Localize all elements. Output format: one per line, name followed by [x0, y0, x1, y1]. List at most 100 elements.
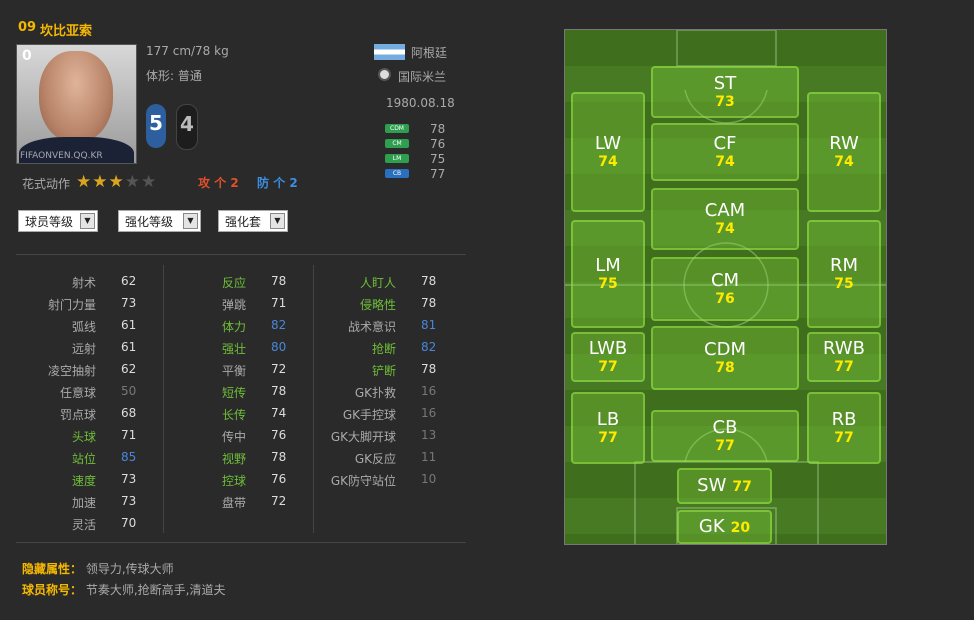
position-rating-row: CDM 78 — [385, 122, 455, 136]
stat-row: 弹跳 71 — [166, 296, 316, 314]
pitch-position-cf[interactable]: CF 74 — [651, 123, 799, 181]
stat-row: 加速 73 — [16, 494, 166, 512]
stat-row: 凌空抽射 62 — [16, 362, 166, 380]
divider-bottom — [16, 542, 466, 543]
pitch-position-rwb[interactable]: RWB 77 — [807, 332, 881, 382]
pitch-position-label: RW — [829, 133, 859, 154]
stat-row: 战术意识 81 — [316, 318, 466, 336]
pitch-position-rb[interactable]: RB 77 — [807, 392, 881, 464]
stat-row: 控球 76 — [166, 472, 316, 490]
birthdate: 1980.08.18 — [386, 96, 455, 110]
stat-name: 头球 — [71, 430, 96, 444]
stat-name: GK大脚开球 — [330, 430, 396, 444]
weak-foot-badge: 5 — [146, 104, 166, 148]
club-logo-icon — [378, 68, 391, 81]
stat-value: 50 — [121, 384, 137, 398]
pitch-position-cm[interactable]: CM 76 — [651, 257, 799, 321]
stat-row: 射术 62 — [16, 274, 166, 292]
divider-top — [16, 254, 466, 255]
pitch-position-st[interactable]: ST 73 — [651, 66, 799, 118]
pitch-position-rating: 77 — [834, 359, 854, 375]
grade-label: 0 — [22, 48, 32, 64]
defense-workrate: 防 个 2 — [257, 174, 298, 191]
enhance-level-select[interactable]: 强化等级 ▼ — [118, 210, 201, 232]
stat-value: 68 — [121, 406, 137, 420]
pitch-position-rating: 75 — [598, 276, 618, 292]
player-titles: 球员称号： 节奏大师,抢断高手,清道夫 — [22, 581, 225, 598]
hidden-attributes-label: 隐藏属性： — [22, 562, 83, 576]
pitch-position-lb[interactable]: LB 77 — [571, 392, 645, 464]
position-tag: CDM — [385, 124, 409, 133]
player-photo: 0 FIFAONVEN.QQ.KR — [16, 44, 137, 164]
stat-value: 10 — [421, 472, 437, 486]
stat-row: 任意球 50 — [16, 384, 166, 402]
pitch-position-lwb[interactable]: LWB 77 — [571, 332, 645, 382]
stat-value: 71 — [121, 428, 137, 442]
pitch-position-label: RB — [831, 409, 857, 430]
pitch-position-label: CB — [712, 417, 738, 438]
stat-value: 78 — [271, 450, 287, 464]
stat-row: 盘带 72 — [166, 494, 316, 512]
face-shape — [39, 51, 113, 143]
pitch-position-lm[interactable]: LM 75 — [571, 220, 645, 328]
pitch-position-rating: 75 — [834, 276, 854, 292]
player-level-select[interactable]: 球员等级 ▼ — [18, 210, 98, 232]
argentina-flag-icon — [374, 44, 405, 60]
pitch-position-rw[interactable]: RW 74 — [807, 92, 881, 212]
pitch-position-rating: 73 — [715, 94, 735, 110]
pitch-position-cb[interactable]: CB 77 — [651, 410, 799, 462]
stat-row: 人盯人 78 — [316, 274, 466, 292]
stat-name: 盘带 — [221, 496, 246, 510]
stat-row: GK反应 11 — [316, 450, 466, 468]
skill-stars: ★★★★★ — [76, 172, 157, 192]
player-titles-label: 球员称号： — [22, 583, 83, 597]
position-rating-value: 76 — [430, 137, 446, 151]
stat-name: 长传 — [221, 408, 246, 422]
stat-name: GK扑救 — [354, 386, 396, 400]
position-rating-row: CM 76 — [385, 137, 455, 151]
pitch-position-lw[interactable]: LW 74 — [571, 92, 645, 212]
stat-name: GK手控球 — [342, 408, 396, 422]
pitch-position-cdm[interactable]: CDM 78 — [651, 326, 799, 390]
pitch-position-rating: 77 — [598, 359, 618, 375]
stat-row: 体力 82 — [166, 318, 316, 336]
pitch-position-cam[interactable]: CAM 74 — [651, 188, 799, 250]
pitch-position-gk[interactable]: GK 20 — [677, 510, 772, 544]
stat-value: 13 — [421, 428, 437, 442]
attack-arrow-icon: 个 — [214, 176, 227, 190]
star-filled-icon: ★ — [92, 172, 109, 192]
stat-name: 弹跳 — [221, 298, 246, 312]
stat-row: 侵略性 78 — [316, 296, 466, 314]
stat-row: 平衡 72 — [166, 362, 316, 380]
pitch-position-sw[interactable]: SW 77 — [677, 468, 772, 504]
position-tag: LM — [385, 154, 409, 163]
stat-name: 速度 — [71, 474, 96, 488]
stat-value: 78 — [421, 362, 437, 376]
defense-label: 防 — [257, 176, 270, 190]
stat-row: GK扑救 16 — [316, 384, 466, 402]
stat-name: 站位 — [71, 452, 96, 466]
stat-value: 81 — [421, 318, 437, 332]
player-level-select-label: 球员等级 — [25, 215, 74, 229]
pitch-position-label: RM — [829, 255, 859, 276]
position-rating-value: 78 — [430, 122, 446, 136]
player-titles-value: 节奏大师,抢断高手,清道夫 — [85, 583, 226, 597]
stat-value: 85 — [121, 450, 137, 464]
enhance-set-select[interactable]: 强化套 ▼ — [218, 210, 288, 232]
stat-name: 罚点球 — [59, 408, 96, 422]
stat-name: 弧线 — [71, 320, 96, 334]
stat-row: 头球 71 — [16, 428, 166, 446]
stat-name: 短传 — [221, 386, 246, 400]
stat-name: 射术 — [71, 276, 96, 290]
stat-row: GK防守站位 10 — [316, 472, 466, 490]
stat-row: 站位 85 — [16, 450, 166, 468]
position-tag: CB — [385, 169, 409, 178]
pitch-position-rating: 74 — [598, 154, 618, 170]
pitch-position-rating: 77 — [834, 430, 854, 446]
star-empty-icon: ★ — [124, 172, 141, 192]
stat-name: 强壮 — [221, 342, 246, 356]
stat-name: 抢断 — [371, 342, 396, 356]
pitch-position-rating: 74 — [715, 221, 735, 237]
stat-value: 72 — [271, 362, 287, 376]
pitch-position-rm[interactable]: RM 75 — [807, 220, 881, 328]
